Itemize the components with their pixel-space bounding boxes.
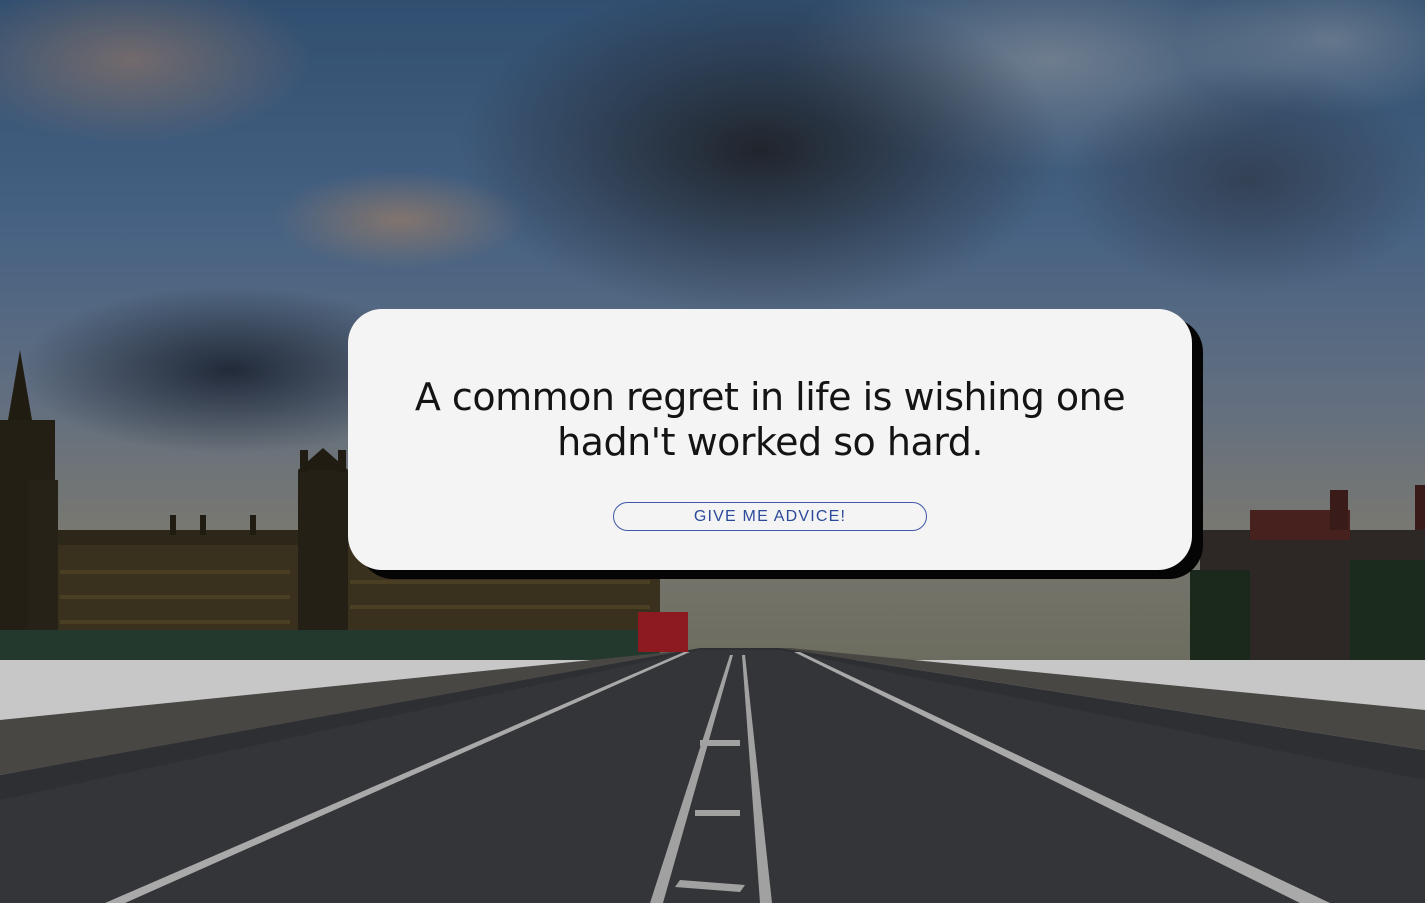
advice-text: A common regret in life is wishing one h… [414,375,1126,464]
give-advice-button[interactable]: GIVE ME ADVICE! [613,502,927,531]
advice-card: A common regret in life is wishing one h… [348,309,1192,570]
